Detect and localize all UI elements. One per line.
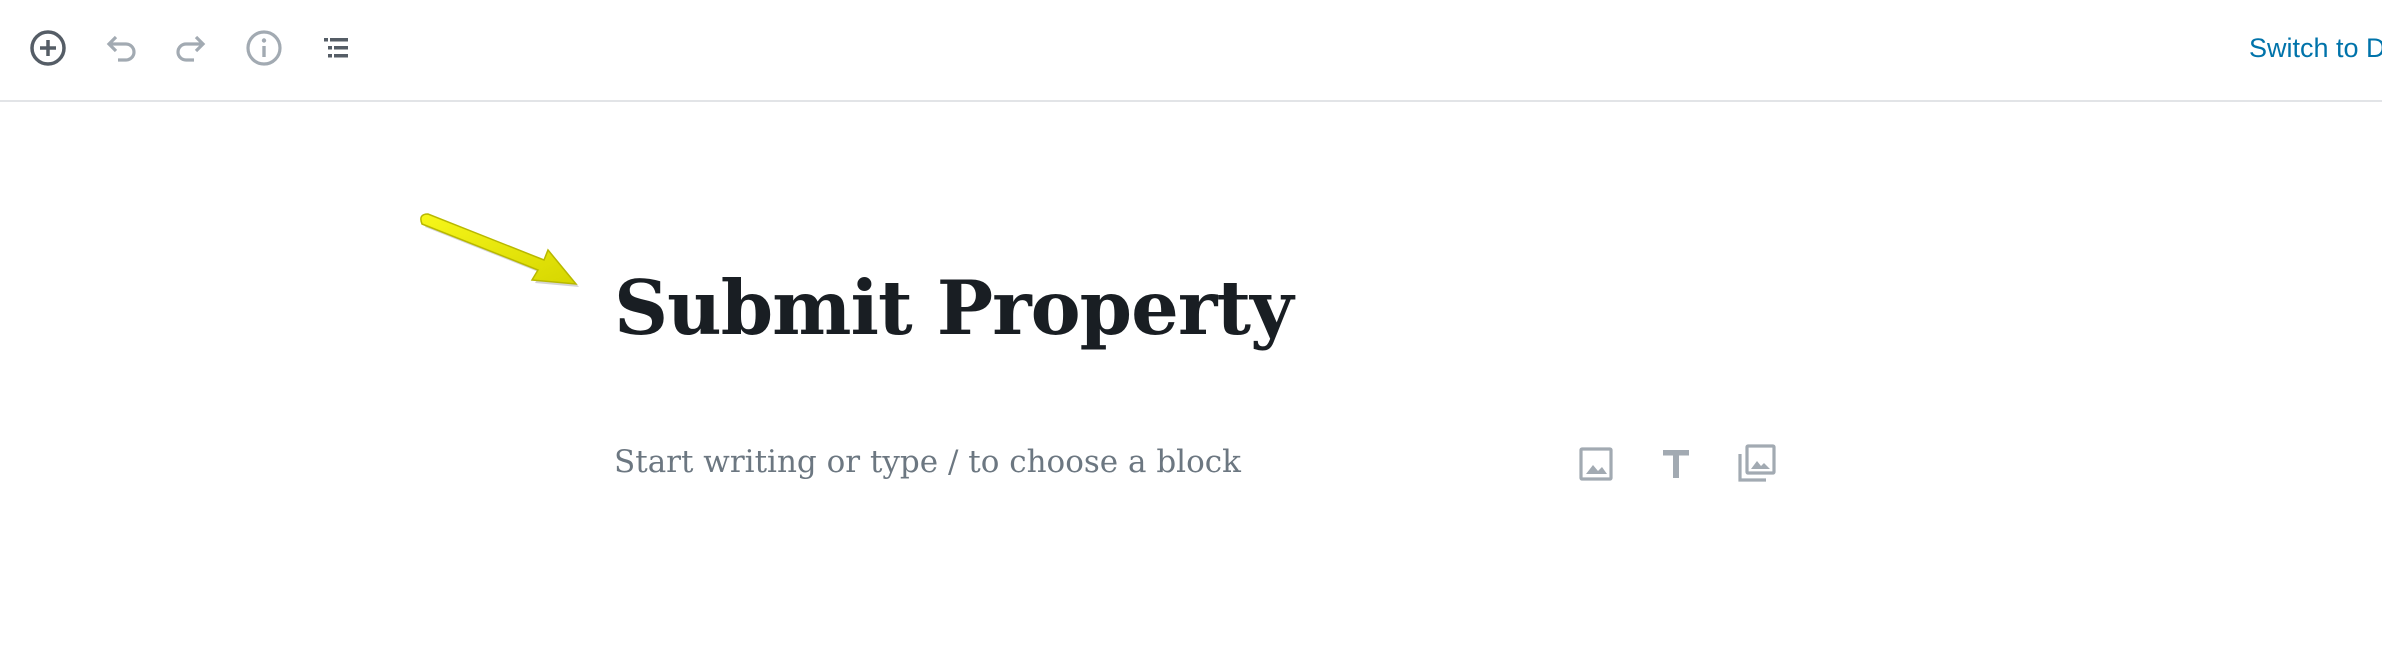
redo-button[interactable] <box>168 24 216 72</box>
info-button[interactable] <box>240 24 288 72</box>
image-icon <box>1579 447 1613 481</box>
add-gallery-block-button[interactable] <box>1732 440 1780 488</box>
list-icon <box>324 38 348 58</box>
block-navigation-button[interactable] <box>312 24 360 72</box>
info-icon <box>246 30 282 66</box>
block-placeholder[interactable]: Start writing or type / to choose a bloc… <box>614 440 1241 484</box>
plus-circle-icon <box>30 30 66 66</box>
undo-button[interactable] <box>96 24 144 72</box>
add-heading-block-button[interactable] <box>1652 440 1700 488</box>
add-image-block-button[interactable] <box>1572 440 1620 488</box>
switch-to-draft-button[interactable]: Switch to D <box>2249 28 2382 68</box>
add-block-button[interactable] <box>24 24 72 72</box>
heading-icon <box>1663 450 1689 478</box>
undo-icon <box>106 35 136 62</box>
gallery-icon <box>1738 444 1776 482</box>
redo-icon <box>176 35 206 62</box>
post-title[interactable]: Submit Property <box>614 258 1294 358</box>
editor-toolbar: Switch to D <box>0 0 2382 102</box>
annotation-arrow-icon <box>420 213 579 287</box>
